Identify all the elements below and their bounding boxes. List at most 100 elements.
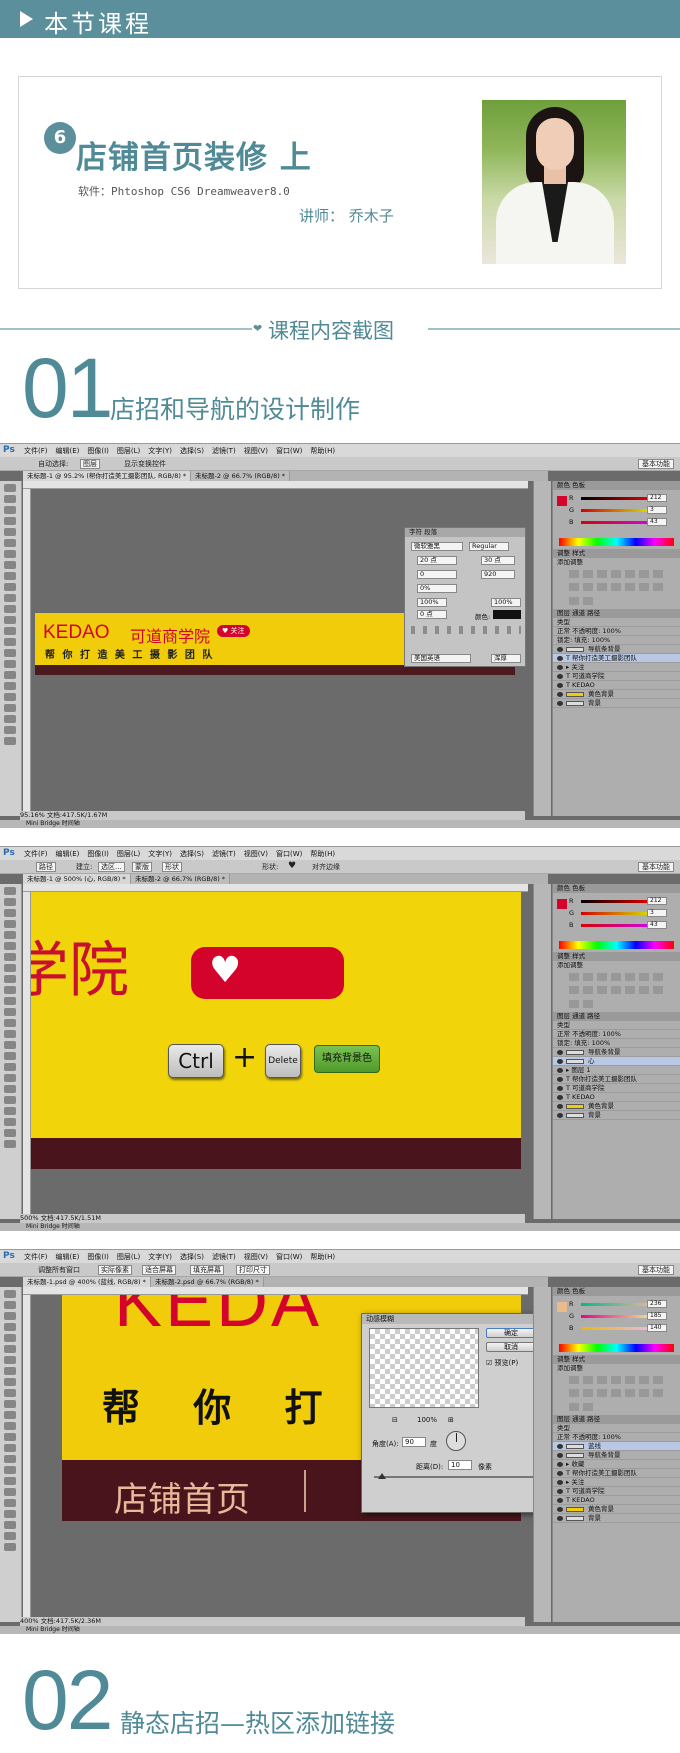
scale-pct-field[interactable]: 0%	[417, 584, 457, 593]
zoom-out-icon[interactable]: ⊟	[392, 1416, 398, 1424]
menu-edit[interactable]: 编辑(E)	[56, 850, 80, 858]
mask-button[interactable]: 蒙版	[132, 862, 152, 872]
layer-filter-select[interactable]: 类型	[557, 1424, 570, 1432]
r-value[interactable]: 212	[647, 494, 667, 502]
timeline-tab[interactable]: 时间轴	[62, 820, 80, 827]
menu-type[interactable]: 文字(Y)	[148, 447, 172, 455]
color-tab[interactable]: 颜色	[557, 1287, 570, 1295]
layer-row[interactable]: 黄色背景	[553, 690, 680, 699]
menu-image[interactable]: 图像(I)	[87, 447, 109, 455]
fit-screen-button[interactable]: 适合屏幕	[142, 1265, 176, 1275]
leading-field[interactable]: 30 点	[481, 556, 515, 565]
blend-mode-select[interactable]: 正常	[557, 627, 570, 635]
tracking-field[interactable]: 920	[481, 570, 515, 579]
menu-window[interactable]: 窗口(W)	[276, 447, 302, 455]
styles-tab[interactable]: 样式	[572, 1355, 585, 1363]
resize-windows-checkbox[interactable]: 调整所有窗口	[38, 1265, 80, 1275]
menu-window[interactable]: 窗口(W)	[276, 1253, 302, 1261]
menu-window[interactable]: 窗口(W)	[276, 850, 302, 858]
styles-tab[interactable]: 样式	[572, 549, 585, 557]
channels-tab[interactable]: 通道	[572, 609, 585, 617]
adjustment-buttons[interactable]	[553, 1373, 680, 1415]
doc-tab-1[interactable]: 未标题-1.psd @ 400% (蓝线, RGB/8) *	[23, 1277, 151, 1287]
b-value[interactable]: 43	[647, 518, 667, 526]
timeline-tab[interactable]: 时间轴	[62, 1223, 80, 1230]
blend-mode-select[interactable]: 正常	[557, 1433, 570, 1441]
layer-row[interactable]: T 可道商学院	[553, 1487, 680, 1496]
heart-shape-icon[interactable]: ♥	[288, 861, 296, 871]
text-color-swatch[interactable]	[493, 610, 521, 619]
layer-row[interactable]: ▸ 收藏	[553, 1460, 680, 1469]
angle-dial[interactable]	[446, 1431, 466, 1451]
adjust-tab[interactable]: 调整	[557, 1355, 570, 1363]
menu-help[interactable]: 帮助(H)	[310, 850, 335, 858]
selection-button[interactable]: 选区...	[98, 862, 125, 872]
menu-help[interactable]: 帮助(H)	[310, 1253, 335, 1261]
fill-screen-button[interactable]: 填充屏幕	[190, 1265, 224, 1275]
menu-layer[interactable]: 图层(L)	[117, 447, 140, 455]
b-value[interactable]: 43	[647, 921, 667, 929]
layer-row[interactable]: 背景	[553, 1111, 680, 1120]
layer-row[interactable]: ▸ 关注	[553, 1478, 680, 1487]
layers-tab[interactable]: 图层	[557, 1415, 570, 1423]
ok-button[interactable]: 确定	[486, 1328, 536, 1338]
layer-row[interactable]: 导航条背景	[553, 645, 680, 654]
adjust-tab[interactable]: 调整	[557, 952, 570, 960]
menu-select[interactable]: 选择(S)	[180, 1253, 204, 1261]
menu-view[interactable]: 视图(V)	[244, 447, 268, 455]
menu-filter[interactable]: 滤镜(T)	[212, 1253, 236, 1261]
layers-tab[interactable]: 图层	[557, 609, 570, 617]
channels-tab[interactable]: 通道	[572, 1012, 585, 1020]
timeline-tab[interactable]: 时间轴	[62, 1626, 80, 1633]
mini-bridge-tab[interactable]: Mini Bridge	[26, 1626, 60, 1633]
doc-tab-1[interactable]: 未标题-1 @ 95.2% (帮你打造美工摄影团队, RGB/8) *	[23, 471, 192, 481]
layer-filter-select[interactable]: 类型	[557, 1021, 570, 1029]
opacity-value[interactable]: 100%	[602, 1030, 621, 1038]
workspace-dropdown[interactable]: 基本功能	[638, 1265, 674, 1275]
r-value[interactable]: 236	[647, 1300, 667, 1308]
menu-image[interactable]: 图像(I)	[87, 850, 109, 858]
zoom-in-icon[interactable]: ⊞	[448, 1416, 454, 1424]
panel-dock[interactable]	[533, 1287, 551, 1622]
layer-row[interactable]: 黄色背景	[553, 1102, 680, 1111]
layer-row[interactable]: 蓝线	[553, 1442, 680, 1451]
menu-view[interactable]: 视图(V)	[244, 1253, 268, 1261]
layer-row[interactable]: 导航条背景	[553, 1451, 680, 1460]
b-value[interactable]: 140	[647, 1324, 667, 1332]
paths-tab[interactable]: 路径	[587, 1012, 600, 1020]
swatches-tab[interactable]: 色板	[572, 481, 585, 489]
font-family-select[interactable]: 微软雅黑	[411, 542, 463, 551]
menu-edit[interactable]: 编辑(E)	[56, 447, 80, 455]
scale-h-field[interactable]: 100%	[417, 598, 447, 607]
color-tab[interactable]: 颜色	[557, 884, 570, 892]
opacity-value[interactable]: 100%	[602, 627, 621, 635]
paths-tab[interactable]: 路径	[587, 1415, 600, 1423]
distance-field[interactable]: 10	[448, 1460, 472, 1470]
layer-row[interactable]: 背景	[553, 1514, 680, 1523]
mini-bridge-tab[interactable]: Mini Bridge	[26, 820, 60, 827]
layer-row[interactable]: T 帮你打造美工摄影团队	[553, 654, 680, 663]
fill-value[interactable]: 100%	[592, 636, 611, 644]
char-tab[interactable]: 字符	[409, 528, 422, 536]
zoom-level[interactable]: 500%	[20, 1214, 39, 1222]
layer-row[interactable]: 背景	[553, 699, 680, 708]
layer-row[interactable]: 黄色背景	[553, 1505, 680, 1514]
menu-filter[interactable]: 滤镜(T)	[212, 447, 236, 455]
menu-image[interactable]: 图像(I)	[87, 1253, 109, 1261]
zoom-level[interactable]: 400%	[20, 1617, 39, 1625]
doc-tab-2[interactable]: 未标题-2 @ 66.7% (RGB/8) *	[131, 874, 231, 884]
layer-row[interactable]: T 可道商学院	[553, 1084, 680, 1093]
align-edges-checkbox[interactable]: 对齐边缘	[312, 862, 340, 872]
menu-filter[interactable]: 滤镜(T)	[212, 850, 236, 858]
cancel-button[interactable]: 取消	[486, 1342, 536, 1352]
doc-tab-2[interactable]: 未标题-2 @ 66.7% (RGB/8) *	[191, 471, 291, 481]
swatches-tab[interactable]: 色板	[572, 1287, 585, 1295]
layer-row[interactable]: 导航条背景	[553, 1048, 680, 1057]
language-select[interactable]: 美国英语	[411, 654, 471, 663]
angle-field[interactable]: 90	[402, 1437, 426, 1447]
scale-v-field[interactable]: 100%	[491, 598, 521, 607]
paths-tab[interactable]: 路径	[587, 609, 600, 617]
g-value[interactable]: 3	[647, 506, 667, 514]
styles-tab[interactable]: 样式	[572, 952, 585, 960]
menu-file[interactable]: 文件(F)	[24, 1253, 48, 1261]
